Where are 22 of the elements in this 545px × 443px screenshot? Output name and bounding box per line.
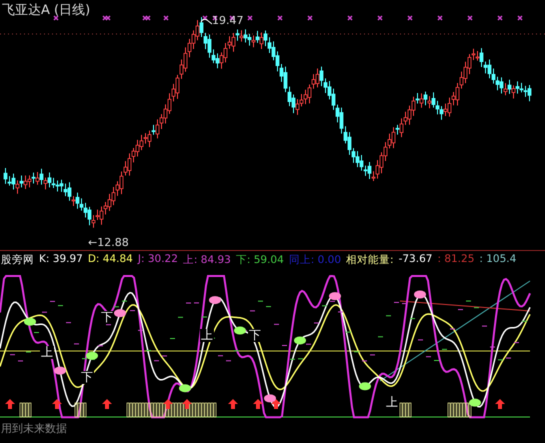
signal-label: 下 — [248, 329, 262, 342]
signal-label: 上 — [40, 346, 54, 360]
indicator-value: : 105.4 — [479, 253, 516, 267]
indicator-value: : 81.25 — [437, 253, 474, 267]
leader-line — [200, 18, 212, 24]
indicator-value: 上: 84.93 — [182, 253, 231, 268]
indicator-value: 同上: 0.00 — [288, 253, 342, 268]
signal-label: 下 — [80, 371, 94, 384]
signal-label: 上 — [385, 396, 399, 410]
signal-label: 上 — [200, 329, 214, 342]
indicator-name: 股旁网 — [1, 253, 34, 268]
indicator-value: D: 44.84 — [88, 253, 133, 267]
indicator-value: -73.67 — [398, 253, 432, 267]
indicator-value: J: 30.22 — [138, 253, 178, 267]
warning-text: 用到未来数据 — [0, 421, 68, 436]
price-label: 19.47 — [212, 14, 244, 27]
indicator-value: K: 39.97 — [39, 253, 83, 267]
indicator-value: 相对能量: — [346, 253, 394, 268]
signal-label: 下 — [100, 311, 114, 324]
indicator-value: 下: 59.04 — [236, 253, 284, 268]
price-label: ←12.88 — [88, 236, 129, 249]
chart-title: 飞亚达A (日线) — [2, 2, 90, 19]
